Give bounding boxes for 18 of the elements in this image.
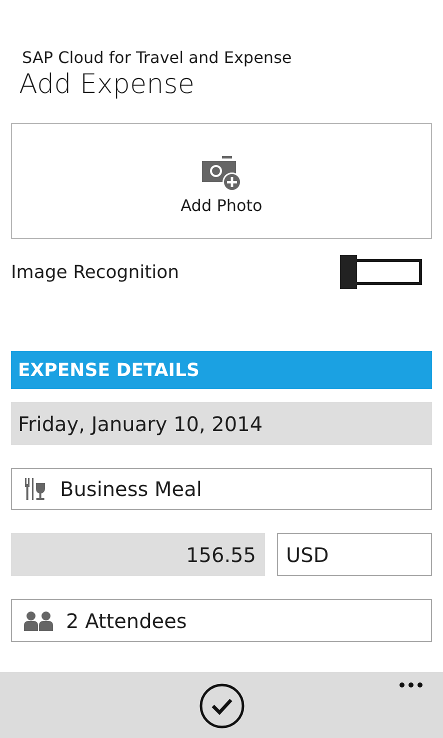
camera-plus-icon (202, 156, 242, 192)
category-value: Business Meal (60, 477, 202, 501)
page-title: Add Expense (19, 68, 196, 102)
save-button[interactable] (198, 683, 244, 729)
image-recognition-label: Image Recognition (11, 262, 180, 282)
image-recognition-toggle[interactable] (340, 255, 422, 289)
app-name: SAP Cloud for Travel and Expense (22, 48, 293, 68)
currency-field[interactable]: USD (277, 533, 432, 576)
amount-field[interactable]: 156.55 (11, 533, 265, 576)
date-field[interactable]: Friday, January 10, 2014 (11, 402, 432, 445)
add-photo-button[interactable]: Add Photo (11, 123, 432, 239)
attendees-value: 2 Attendees (66, 608, 187, 632)
attendees-field[interactable]: 2 Attendees (11, 599, 432, 642)
section-header: EXPENSE DETAILS (11, 351, 432, 389)
people-icon (24, 610, 54, 630)
more-icon[interactable] (399, 682, 423, 688)
fork-and-glass-icon (24, 477, 48, 501)
category-field[interactable]: Business Meal (11, 468, 432, 510)
